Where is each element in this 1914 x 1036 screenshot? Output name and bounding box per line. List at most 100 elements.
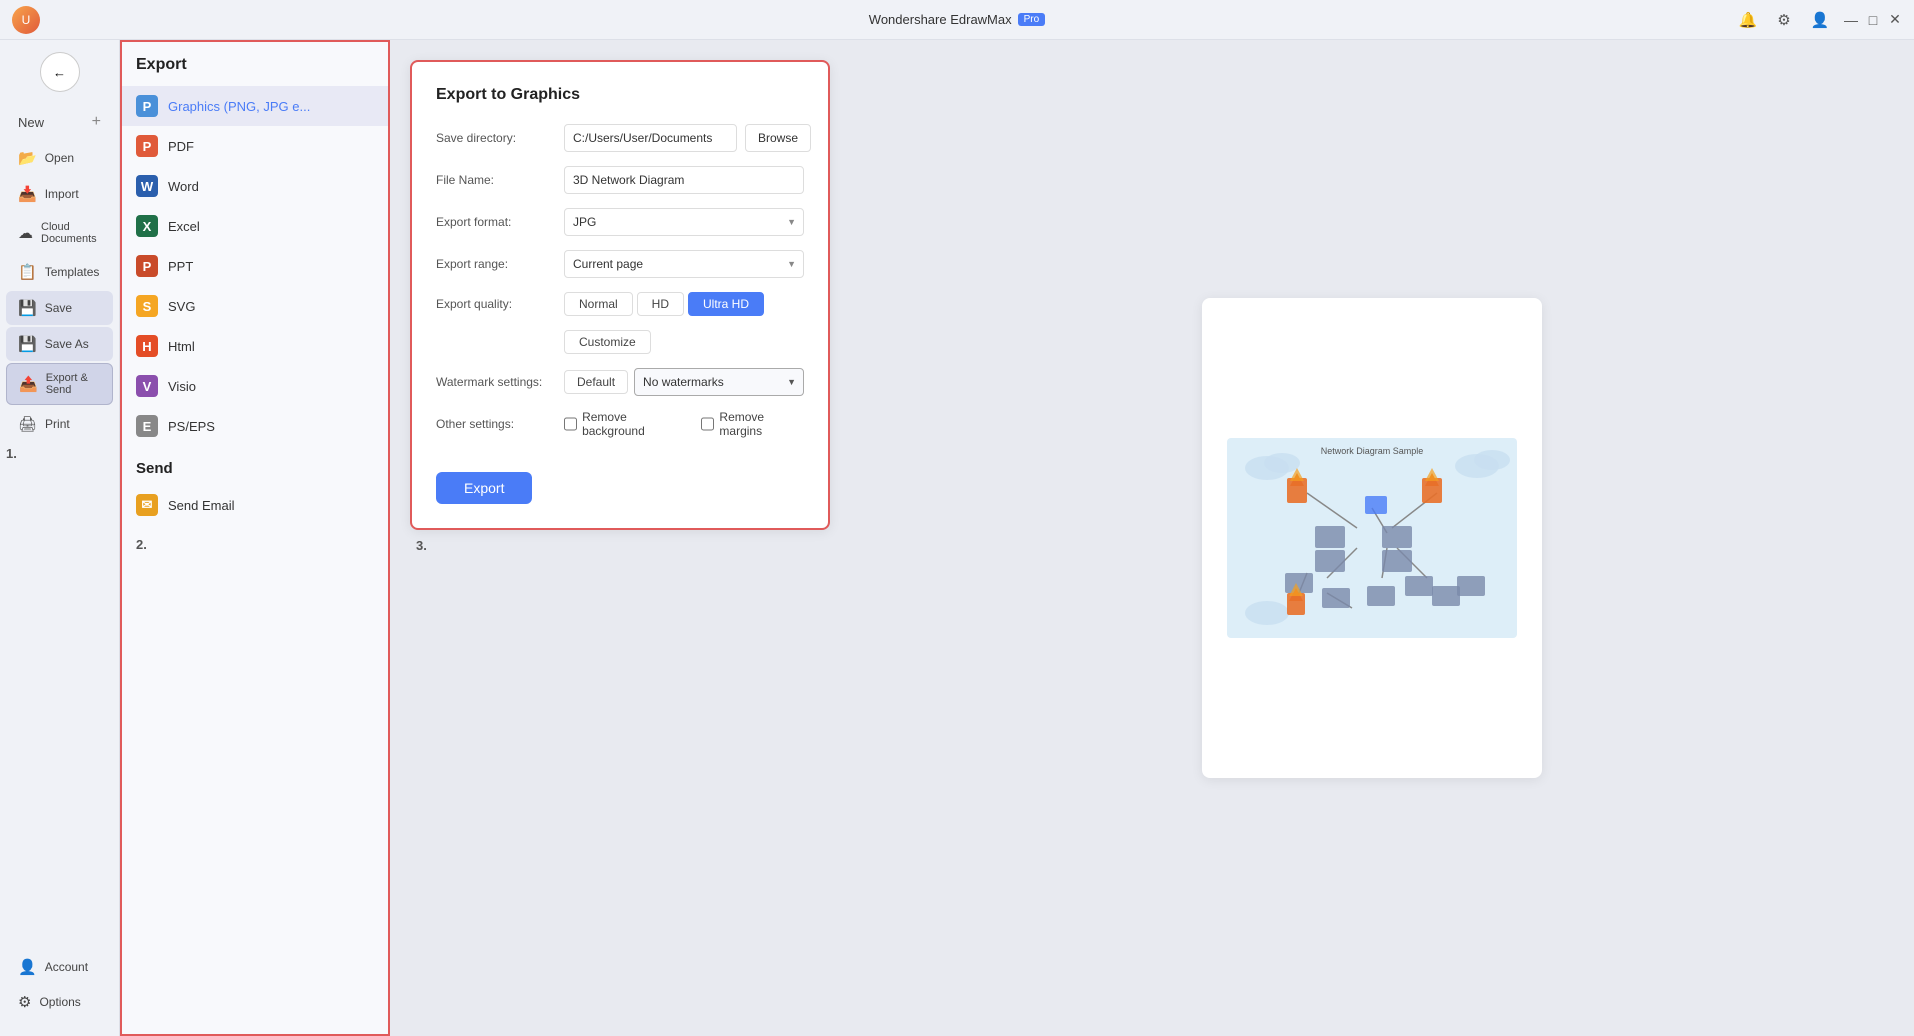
avatar[interactable]: U (12, 6, 40, 34)
main-layout: ← New + 📂 Open 📥 Import ☁ Cloud Document… (0, 40, 1914, 1036)
preview-container: Network Diagram Sample (1202, 298, 1542, 778)
close-button[interactable]: ✕ (1888, 13, 1902, 27)
sidebar-item-print[interactable]: 🖨 Print (6, 407, 113, 441)
file-name-row: File Name: (436, 166, 804, 194)
notifications-icon[interactable]: 🔔 (1734, 6, 1762, 34)
word-label: Word (168, 179, 199, 194)
export-range-select[interactable]: Current page All pages Selected pages (564, 250, 804, 278)
sidebar-item-open[interactable]: 📂 Open (6, 141, 113, 175)
remove-background-label: Remove background (582, 410, 685, 438)
sidebar-bottom: 👤 Account ⚙ Options (0, 949, 119, 1036)
export-panel-title: Export (120, 40, 389, 86)
account-icon: 👤 (18, 958, 37, 976)
sidebar-item-options[interactable]: ⚙ Options (6, 985, 113, 1019)
export-format-select[interactable]: JPG PNG BMP GIF TIFF (564, 208, 804, 236)
remove-margins-checkbox[interactable]: Remove margins (701, 410, 804, 438)
visio-icon: V (136, 375, 158, 397)
remove-background-input[interactable] (564, 417, 577, 431)
user-icon[interactable]: 👤 (1806, 6, 1834, 34)
sidebar-item-new[interactable]: New + (6, 105, 113, 139)
titlebar-title: Wondershare EdrawMax Pro (869, 12, 1045, 27)
export-form-panel: Export to Graphics Save directory: Brows… (410, 60, 830, 530)
export-item-html[interactable]: H Html (120, 326, 389, 366)
watermark-select-wrapper: No watermarks Custom watermark (634, 368, 804, 396)
main-content: Export to Graphics Save directory: Brows… (390, 40, 1914, 1036)
quality-group: Normal HD Ultra HD (564, 292, 804, 316)
sidebar-item-import[interactable]: 📥 Import (6, 177, 113, 211)
sidebar-item-templates[interactable]: 📋 Templates (6, 255, 113, 289)
quality-hd-button[interactable]: HD (637, 292, 684, 316)
save-directory-input[interactable] (564, 124, 737, 152)
export-quality-label: Export quality: (436, 297, 556, 311)
export-item-ppt[interactable]: P PPT (120, 246, 389, 286)
account-label: Account (45, 960, 88, 974)
watermark-label: Watermark settings: (436, 375, 556, 389)
browse-button[interactable]: Browse (745, 124, 811, 152)
preview-diagram: Network Diagram Sample (1227, 438, 1517, 638)
open-label: Open (45, 151, 74, 165)
import-icon: 📥 (18, 185, 37, 203)
export-icon: 📤 (19, 375, 38, 393)
sidebar-item-cloud[interactable]: ☁ Cloud Documents (6, 213, 113, 253)
back-button[interactable]: ← (40, 52, 80, 92)
templates-icon: 📋 (18, 263, 37, 281)
quality-ultrahd-button[interactable]: Ultra HD (688, 292, 764, 316)
visio-label: Visio (168, 379, 196, 394)
svg-icon: S (136, 295, 158, 317)
sidebar-item-save[interactable]: 💾 Save (6, 291, 113, 325)
save-directory-label: Save directory: (436, 131, 556, 145)
print-icon: 🖨 (18, 415, 37, 433)
maximize-button[interactable]: □ (1866, 13, 1880, 27)
step3-label: 3. (410, 530, 433, 561)
sidebar-item-export-send[interactable]: 📤 Export & Send (6, 363, 113, 405)
titlebar-icons: 🔔 ⚙ 👤 (1734, 6, 1834, 34)
file-name-input[interactable] (564, 166, 804, 194)
remove-background-checkbox[interactable]: Remove background (564, 410, 685, 438)
file-name-label: File Name: (436, 173, 556, 187)
export-item-eps[interactable]: E PS/EPS (120, 406, 389, 446)
email-label: Send Email (168, 498, 234, 513)
window-controls: — □ ✕ (1844, 13, 1902, 27)
pdf-icon: P (136, 135, 158, 157)
sidebar-item-account[interactable]: 👤 Account (6, 950, 113, 984)
excel-label: Excel (168, 219, 200, 234)
open-icon: 📂 (18, 149, 37, 167)
png-icon: P (136, 95, 158, 117)
export-panel: Export P Graphics (PNG, JPG e... P PDF W… (120, 40, 390, 1036)
svg-label: SVG (168, 299, 195, 314)
remove-margins-input[interactable] (701, 417, 714, 431)
watermark-row: Watermark settings: Default No watermark… (436, 368, 804, 396)
back-icon: ← (53, 65, 66, 80)
customize-button[interactable]: Customize (564, 330, 651, 354)
other-settings-group: Remove background Remove margins (564, 410, 804, 438)
export-format-row: Export format: JPG PNG BMP GIF TIFF (436, 208, 804, 236)
html-label: Html (168, 339, 195, 354)
export-item-word[interactable]: W Word (120, 166, 389, 206)
watermark-default-button[interactable]: Default (564, 370, 628, 394)
sidebar-item-save-as[interactable]: 💾 Save As (6, 327, 113, 361)
preview-panel: Network Diagram Sample (850, 60, 1894, 1016)
export-item-graphics[interactable]: P Graphics (PNG, JPG e... (120, 86, 389, 126)
cloud-label: Cloud Documents (41, 221, 101, 245)
export-button[interactable]: Export (436, 472, 532, 504)
print-label: Print (45, 417, 70, 431)
export-item-visio[interactable]: V Visio (120, 366, 389, 406)
export-send-label: Export & Send (46, 372, 100, 396)
other-settings-row: Other settings: Remove background Remove… (436, 410, 804, 438)
watermark-select[interactable]: No watermarks Custom watermark (634, 368, 804, 396)
minimize-button[interactable]: — (1844, 13, 1858, 27)
quality-normal-button[interactable]: Normal (564, 292, 633, 316)
export-item-svg[interactable]: S SVG (120, 286, 389, 326)
options-label: Options (39, 995, 80, 1009)
pdf-label: PDF (168, 139, 194, 154)
export-item-email[interactable]: ✉ Send Email (120, 485, 389, 525)
export-item-excel[interactable]: X Excel (120, 206, 389, 246)
settings-icon[interactable]: ⚙ (1770, 6, 1798, 34)
form-title: Export to Graphics (436, 86, 804, 104)
email-icon: ✉ (136, 494, 158, 516)
export-item-pdf[interactable]: P PDF (120, 126, 389, 166)
import-label: Import (45, 187, 79, 201)
excel-icon: X (136, 215, 158, 237)
sidebar: ← New + 📂 Open 📥 Import ☁ Cloud Document… (0, 40, 120, 1036)
save-as-icon: 💾 (18, 335, 37, 353)
